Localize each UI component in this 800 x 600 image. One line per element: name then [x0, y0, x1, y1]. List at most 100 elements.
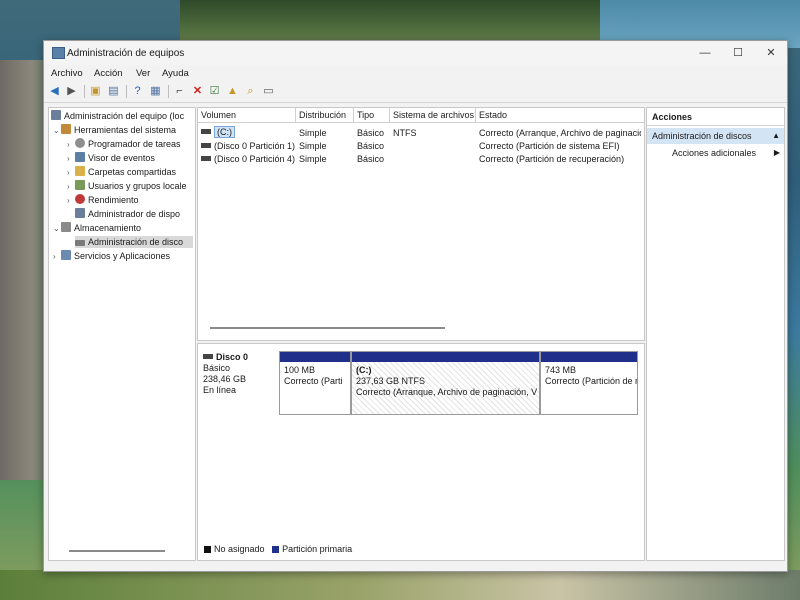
actions-section-label: Administración de discos — [652, 131, 752, 141]
volume-icon — [201, 143, 211, 148]
partition-recovery[interactable]: 743 MB Correcto (Partición de r — [540, 351, 638, 415]
tree-item-system-tools[interactable]: ⌄ Herramientas del sistema — [53, 124, 176, 136]
window-title: Administración de equipos — [67, 48, 185, 59]
volume-horizontal-scrollbar[interactable] — [210, 327, 445, 329]
disk-legend: No asignado Partición primaria — [204, 544, 352, 554]
disk-state: En línea — [203, 385, 237, 395]
column-header-volumen[interactable]: Volumen — [198, 108, 296, 123]
connect-icon[interactable]: ⌐ — [172, 84, 187, 99]
wallpaper-bottom — [0, 570, 800, 600]
up-folder-icon[interactable]: ▣ — [88, 84, 103, 99]
tree-item-storage[interactable]: ⌄ Almacenamiento — [53, 222, 141, 234]
disk-type: Básico — [203, 363, 231, 373]
properties-icon[interactable]: ☑ — [207, 84, 222, 99]
column-header-estado[interactable]: Estado — [476, 108, 644, 123]
volume-status: Correcto (Partición de recuperación) — [479, 154, 625, 164]
tree-item-device-manager[interactable]: Administrador de dispo — [75, 208, 180, 220]
tree-item-label: Administración de disco — [88, 237, 184, 247]
volume-layout: Simple — [299, 154, 327, 164]
tree-item-performance[interactable]: › Rendimiento — [67, 194, 139, 206]
table-row-volume[interactable]: (C:) — [201, 126, 235, 138]
toolbar-separator — [168, 85, 169, 98]
collapse-up-icon[interactable]: ▲ — [772, 128, 780, 144]
volume-status: Correcto (Partición de sistema EFI) — [479, 141, 620, 151]
partition-efi[interactable]: 100 MB Correcto (Parti — [279, 351, 351, 415]
chevron-right-icon[interactable]: ▶ — [774, 148, 780, 157]
disk-view-icon[interactable]: ▭ — [261, 84, 276, 99]
chevron-right-icon[interactable]: › — [67, 139, 75, 151]
tree-item-label: Herramientas del sistema — [74, 125, 177, 135]
navigation-tree: Administración del equipo (loc ⌄ Herramie… — [48, 107, 196, 561]
volume-list: Volumen Distribución Tipo Sistema de arc… — [197, 107, 645, 341]
volume-name: (C:) — [214, 126, 235, 138]
partition-status: Correcto (Arranque, Archivo de paginació… — [356, 387, 538, 397]
volume-layout: Simple — [299, 141, 327, 151]
tree-item-task-scheduler[interactable]: › Programador de tareas — [67, 138, 181, 150]
partition-status: Correcto (Partición de r — [545, 376, 637, 386]
column-header-tipo[interactable]: Tipo — [354, 108, 390, 123]
forward-arrow-icon[interactable]: ▶ — [64, 84, 79, 99]
open-folder-icon[interactable]: ▲ — [225, 84, 240, 99]
tree-item-disk-management[interactable]: Administración de disco — [75, 236, 193, 248]
tree-item-shared-folders[interactable]: › Carpetas compartidas — [67, 166, 176, 178]
chevron-right-icon[interactable]: › — [67, 167, 75, 179]
partition-bar — [541, 352, 637, 362]
menu-accion[interactable]: Acción — [94, 68, 123, 79]
device-manager-icon — [75, 208, 85, 218]
help-icon[interactable]: ? — [130, 84, 145, 99]
table-row-volume[interactable]: (Disco 0 Partición 1) — [201, 140, 295, 152]
partition-bar — [280, 352, 350, 362]
chevron-down-icon[interactable]: ⌄ — [53, 125, 61, 137]
minimize-button[interactable]: — — [691, 44, 719, 62]
performance-icon — [75, 194, 85, 204]
back-arrow-icon[interactable]: ◀ — [47, 84, 62, 99]
tree-item-label: Usuarios y grupos locale — [88, 181, 187, 191]
volume-name: (Disco 0 Partición 4) — [214, 154, 296, 164]
volume-status: Correcto (Arranque, Archivo de paginació — [479, 128, 641, 138]
volume-icon — [201, 156, 211, 161]
actions-pane: Acciones Administración de discos ▲ Acci… — [646, 107, 785, 561]
search-folder-icon[interactable]: ⌕ — [243, 84, 258, 99]
tree-item-label: Almacenamiento — [74, 223, 142, 233]
tree-item-event-viewer[interactable]: › Visor de eventos — [67, 152, 155, 164]
tree-horizontal-scrollbar[interactable] — [69, 550, 165, 552]
chevron-right-icon[interactable]: › — [67, 153, 75, 165]
unallocated-swatch — [204, 546, 211, 553]
maximize-button[interactable]: ☐ — [724, 44, 752, 62]
toolbar-separator — [84, 85, 85, 98]
column-header-distribucion[interactable]: Distribución — [296, 108, 354, 123]
volume-name: (Disco 0 Partición 1) — [214, 141, 296, 151]
primary-swatch — [272, 546, 280, 553]
menu-ver[interactable]: Ver — [136, 68, 150, 79]
menu-ayuda[interactable]: Ayuda — [162, 68, 189, 79]
show-hide-tree-icon[interactable]: ▤ — [106, 84, 121, 99]
toolbar-separator — [126, 85, 127, 98]
event-viewer-icon — [75, 152, 85, 162]
close-button[interactable]: ✕ — [757, 44, 785, 62]
clock-icon — [75, 138, 85, 148]
users-icon — [75, 180, 85, 190]
partition-size: 100 MB — [284, 365, 316, 375]
actions-disk-management[interactable]: Administración de discos ▲ — [647, 128, 784, 144]
chevron-down-icon[interactable]: ⌄ — [53, 223, 61, 235]
more-actions-item[interactable]: Acciones adicionales — [672, 148, 756, 158]
tree-root[interactable]: Administración del equipo (loc — [51, 110, 184, 122]
partition-c[interactable]: (C:) 237,63 GB NTFS Correcto (Arranque, … — [351, 351, 540, 415]
tree-item-services[interactable]: › Servicios y Aplicaciones — [53, 250, 170, 262]
tree-item-label: Visor de eventos — [88, 153, 155, 163]
delete-icon[interactable]: ✕ — [190, 84, 205, 99]
column-header-sistema-archivos[interactable]: Sistema de archivos — [390, 108, 476, 123]
actions-header: Acciones — [647, 108, 784, 126]
disk-info[interactable]: Disco 0 Básico 238,46 GB En línea — [203, 352, 248, 396]
disk-icon — [203, 354, 213, 359]
console-view-icon[interactable]: ▦ — [148, 84, 163, 99]
chevron-right-icon[interactable]: › — [67, 195, 75, 207]
table-row-volume[interactable]: (Disco 0 Partición 4) — [201, 153, 295, 165]
volume-layout: Simple — [299, 128, 327, 138]
volume-type: Básico — [357, 128, 385, 138]
menu-archivo[interactable]: Archivo — [51, 68, 83, 79]
chevron-right-icon[interactable]: › — [53, 251, 61, 263]
disk-management-icon — [75, 240, 85, 246]
tree-item-local-users[interactable]: › Usuarios y grupos locale — [67, 180, 187, 192]
chevron-right-icon[interactable]: › — [67, 181, 75, 193]
